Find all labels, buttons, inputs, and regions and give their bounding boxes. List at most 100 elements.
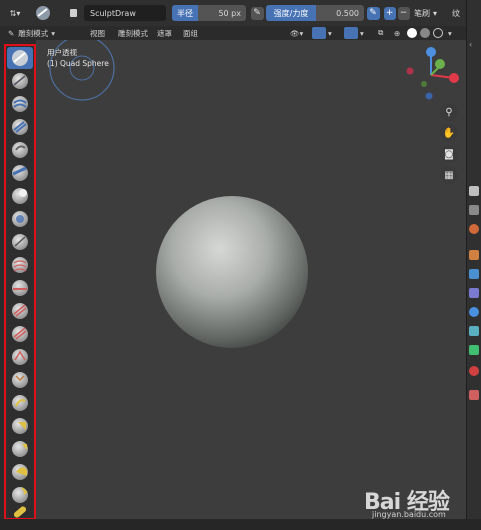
clay-brush-icon[interactable]	[12, 96, 28, 112]
tool-shelf	[4, 44, 36, 520]
pose-brush-icon[interactable]	[12, 487, 28, 503]
strength-label: 强度/力度	[266, 5, 316, 21]
hand-icon: ✋	[442, 127, 456, 139]
stroke-menu-label: 笔刷	[414, 8, 430, 18]
gizmo-icon	[312, 27, 326, 39]
menu-view-label: 视图	[90, 28, 105, 38]
modifier-tab-icon[interactable]	[469, 288, 479, 298]
shading-wireframe[interactable]: ⊕	[394, 26, 400, 40]
viewport-header: ✎ 雕刻模式 ▾ 视图 雕刻模式 遮罩 面组 👁▾ ▾ ▾ ⧉ ⊕ ▾	[0, 26, 466, 40]
gizmo-toggle[interactable]: ▾	[312, 26, 332, 40]
elastic-deform-brush-icon[interactable]	[12, 418, 28, 434]
xray-toggle[interactable]: ⧉	[378, 26, 383, 40]
camera-button[interactable]: ◙	[440, 145, 458, 163]
shading-rendered[interactable]	[433, 26, 443, 40]
draw-sharp-brush-icon[interactable]	[12, 73, 28, 89]
menu-mask-label: 遮罩	[157, 28, 172, 38]
collapse-arrow-icon[interactable]: ‹	[469, 40, 479, 50]
view-name: 用户透视	[47, 48, 77, 57]
data-tab-icon[interactable]	[469, 345, 479, 355]
menu-face-sets-label: 面组	[183, 28, 198, 38]
strength-value: 0.500	[336, 8, 359, 18]
menu-face-sets[interactable]: 面组	[183, 26, 198, 40]
plus-icon: +	[383, 6, 396, 20]
minus-icon: −	[397, 6, 410, 20]
menu-sculpt[interactable]: 雕刻模式	[118, 26, 148, 40]
gizmo-neg-y-handle[interactable]	[421, 81, 427, 87]
object-type-visibility[interactable]: 👁▾	[290, 26, 303, 40]
world-tab-icon[interactable]	[469, 269, 479, 279]
brush-datablock-icon[interactable]	[66, 5, 80, 21]
texture-menu[interactable]: 纹	[452, 5, 466, 21]
gizmo-neg-z-handle[interactable]	[425, 92, 433, 100]
draw-brush-icon[interactable]	[12, 50, 28, 66]
pan-button[interactable]: ✋	[440, 124, 458, 142]
menu-view[interactable]: 视图	[90, 26, 105, 40]
chevron-down-icon: ▾	[328, 28, 332, 38]
gizmo-neg-x-handle[interactable]	[406, 67, 414, 75]
texture-tab-icon[interactable]	[469, 390, 479, 400]
gizmo-z-handle[interactable]	[426, 47, 436, 57]
ortho-toggle-button[interactable]: ▦	[440, 166, 458, 184]
shading-options[interactable]: ▾	[448, 26, 452, 40]
viewport-3d[interactable]	[36, 40, 466, 519]
strength-field[interactable]: 强度/力度 0.500	[266, 5, 364, 21]
output-tab-icon[interactable]	[469, 224, 479, 234]
multiplane-scrape-brush-icon[interactable]	[12, 349, 28, 365]
radius-field[interactable]: 半径 50 px	[172, 5, 246, 21]
chevron-down-icon: ▾	[433, 8, 438, 18]
crease-brush-icon[interactable]	[12, 234, 28, 250]
brush-icon: ✎	[8, 28, 15, 38]
shading-material[interactable]	[420, 26, 430, 40]
radius-pressure-button[interactable]: ✎	[250, 5, 264, 21]
zoom-button[interactable]: ⚲	[440, 103, 458, 121]
pinch-brush-icon[interactable]	[12, 372, 28, 388]
render-tab-icon[interactable]	[469, 205, 479, 215]
brush-name-text: SculptDraw	[90, 8, 136, 18]
physics-tab-icon[interactable]	[469, 326, 479, 336]
blob-brush-icon[interactable]	[12, 211, 28, 227]
stroke-menu[interactable]: 笔刷 ▾	[414, 5, 444, 21]
wireframe-icon: ⊕	[394, 28, 401, 38]
tool-icons	[12, 50, 28, 518]
menu-sculpt-label: 雕刻模式	[118, 28, 148, 38]
eye-icon: 👁▾	[290, 28, 304, 38]
strength-pressure-button[interactable]: ✎	[366, 5, 380, 21]
smooth-brush-icon[interactable]	[12, 257, 28, 273]
clay-strips-brush-icon[interactable]	[12, 119, 28, 135]
mask-brush-icon[interactable]	[13, 505, 28, 518]
blender-window: ⇅▾ SculptDraw 半径 50 px ✎ 强度/力度 0.500 ✎ +…	[0, 0, 481, 530]
brush-preview[interactable]	[34, 5, 52, 21]
clay-thumb-brush-icon[interactable]	[12, 142, 28, 158]
direction-subtract-button[interactable]: −	[397, 5, 410, 21]
xray-icon: ⧉	[378, 28, 384, 37]
thumb-brush-icon[interactable]	[12, 464, 28, 480]
direction-add-button[interactable]: +	[383, 5, 396, 21]
material-tab-icon[interactable]	[469, 366, 479, 376]
pen-pressure-icon: ✎	[366, 6, 380, 20]
inflate-brush-icon[interactable]	[12, 188, 28, 204]
gizmo-x-handle[interactable]	[449, 73, 459, 83]
camera-icon: ◙	[444, 148, 454, 160]
editor-type-button[interactable]: ⇅▾	[4, 5, 26, 21]
grab-brush-icon[interactable]	[12, 395, 28, 411]
brush-name-field[interactable]: SculptDraw	[84, 5, 166, 21]
overlay-toggle[interactable]: ▾	[344, 26, 364, 40]
particles-tab-icon[interactable]	[469, 307, 479, 317]
gizmo-y-handle[interactable]	[435, 59, 445, 69]
mode-selector[interactable]: ✎ 雕刻模式 ▾	[8, 26, 55, 40]
tool-header: ⇅▾ SculptDraw 半径 50 px ✎ 强度/力度 0.500 ✎ +…	[0, 0, 481, 27]
axis-icon: ⇅▾	[9, 8, 21, 18]
menu-mask[interactable]: 遮罩	[157, 26, 172, 40]
layer-brush-icon[interactable]	[12, 165, 28, 181]
flatten-brush-icon[interactable]	[12, 280, 28, 296]
texture-menu-label: 纹	[452, 8, 460, 18]
scene-tab-icon[interactable]	[469, 250, 479, 260]
shading-solid[interactable]	[407, 26, 417, 40]
quad-sphere[interactable]	[156, 196, 308, 348]
fill-brush-icon[interactable]	[12, 303, 28, 319]
snake-hook-brush-icon[interactable]	[12, 441, 28, 457]
tool-tab-icon[interactable]	[469, 186, 479, 196]
object-name: (1) Quad Sphere	[47, 59, 109, 68]
scrape-brush-icon[interactable]	[12, 326, 28, 342]
